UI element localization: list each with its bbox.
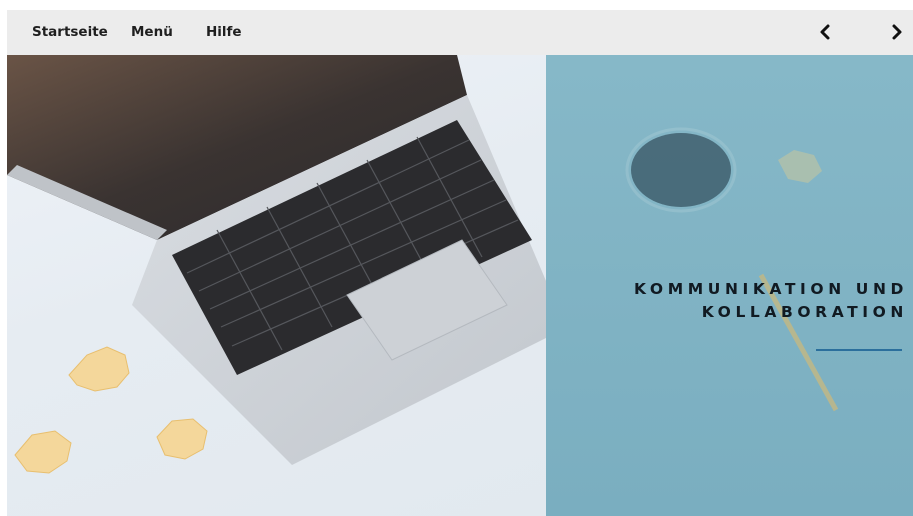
nav-link-hilfe[interactable]: Hilfe <box>206 10 242 55</box>
chevron-left-icon <box>820 24 830 40</box>
next-slide-button[interactable] <box>885 21 907 43</box>
slide-frame: Startseite Menü Hilfe KOMMUNIKATION UND … <box>7 10 913 516</box>
nav-link-menu[interactable]: Menü <box>131 10 173 55</box>
slide-title-line-2: KOLLABORATION <box>701 303 908 321</box>
title-accent-line <box>816 349 902 351</box>
chevron-right-icon <box>892 24 902 40</box>
top-navigation-bar: Startseite Menü Hilfe <box>7 10 913 55</box>
teal-image-panel: KOMMUNIKATION UND KOLLABORATION <box>546 55 913 516</box>
laptop-photo <box>7 55 546 516</box>
slide-title: KOMMUNIKATION UND KOLLABORATION <box>548 278 908 324</box>
previous-slide-button[interactable] <box>815 21 837 43</box>
nav-link-startseite[interactable]: Startseite <box>32 10 108 55</box>
slide-content: KOMMUNIKATION UND KOLLABORATION <box>7 55 913 516</box>
laptop-illustration <box>7 55 546 474</box>
slide-title-line-1: KOMMUNIKATION UND <box>634 280 908 298</box>
